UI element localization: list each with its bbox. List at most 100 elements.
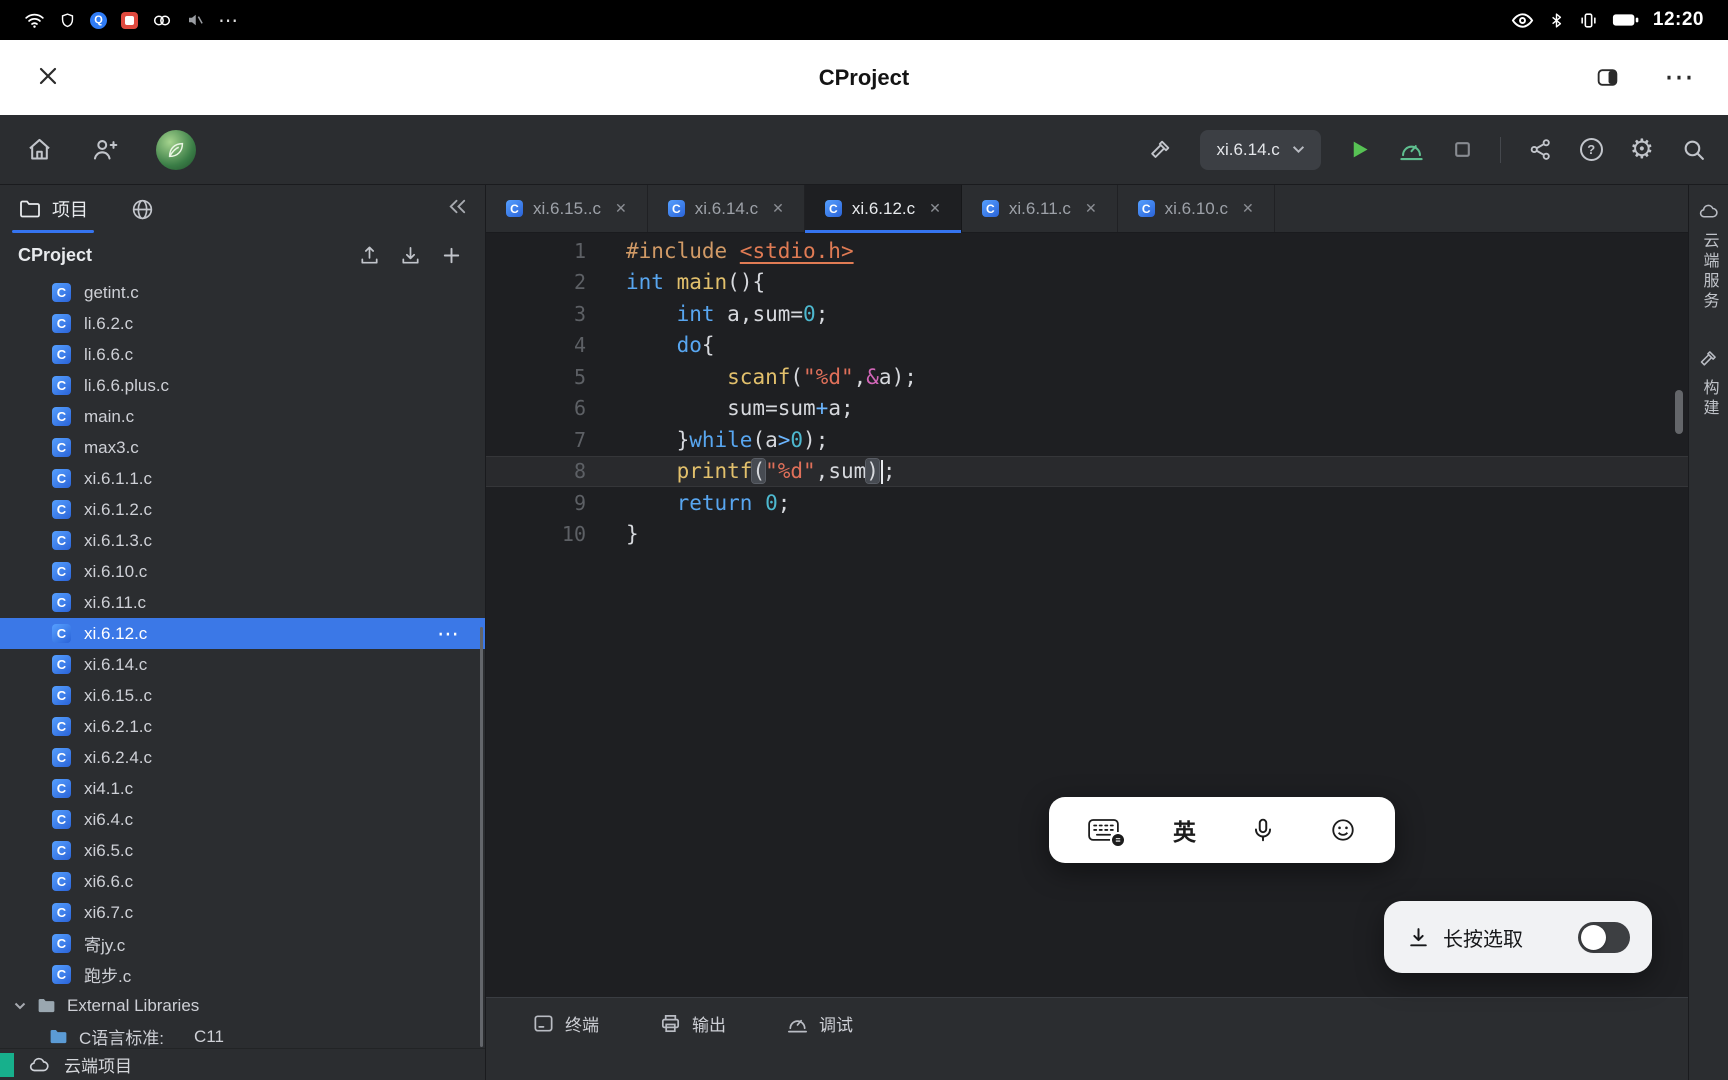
file-tree-item[interactable]: Cli.6.6.plus.c <box>0 370 485 401</box>
strip-tab-cloud-service[interactable]: 云端服务 <box>1697 201 1721 312</box>
upload-icon <box>361 245 378 264</box>
app-screen: Q ⋯ 12:20 CProject ⋯ xi.6.14.c ? ⚙ 项目 CP… <box>0 0 1728 1080</box>
tool-window-output[interactable]: 输出 <box>629 1011 756 1036</box>
file-tree-item[interactable]: Cxi.6.10.c <box>0 556 485 587</box>
build-project-button[interactable] <box>1148 137 1173 162</box>
strip-tab-build[interactable]: 构建 <box>1697 348 1721 419</box>
editor-tab[interactable]: Cxi.6.14.c ✕ <box>648 185 805 232</box>
code-text[interactable]: int a,sum=0; <box>586 302 829 326</box>
line-number: 3 <box>573 301 586 326</box>
tab-label: xi.6.11.c <box>1008 198 1071 218</box>
file-tree-item[interactable]: Cli.6.2.c <box>0 308 485 339</box>
code-line: 5 scanf("%d",&a); <box>486 361 1688 393</box>
file-tree-item[interactable]: Cxi6.7.c <box>0 897 485 928</box>
cloud-project-bar[interactable]: 云端项目 <box>0 1048 485 1080</box>
code-text[interactable]: }while(a>0); <box>586 428 829 452</box>
cloud-project-label: 云端项目 <box>64 1057 132 1076</box>
strip-tab-label: 构建 <box>1700 379 1718 419</box>
line-number: 1 <box>573 238 586 263</box>
close-tab-icon[interactable]: ✕ <box>1085 200 1097 217</box>
c-file-icon: C <box>52 903 71 922</box>
file-tree-item[interactable]: Cmain.c <box>0 401 485 432</box>
code-text[interactable]: do{ <box>586 333 715 357</box>
file-tree-item[interactable]: Cxi6.5.c <box>0 835 485 866</box>
file-tree-item[interactable]: Cgetint.c <box>0 277 485 308</box>
code-text[interactable]: return 0; <box>586 491 791 515</box>
file-tree-item[interactable]: Cxi.6.1.2.c <box>0 494 485 525</box>
cloud-service-icon <box>1698 201 1719 222</box>
editor-tab[interactable]: Cxi.6.11.c ✕ <box>962 185 1118 232</box>
search-icon <box>1684 140 1704 160</box>
file-tree-item[interactable]: C 寄jy.c <box>0 928 485 959</box>
file-tree-item[interactable]: Cmax3.c <box>0 432 485 463</box>
close-tab-icon[interactable]: ✕ <box>772 200 784 217</box>
line-number: 10 <box>561 522 586 547</box>
code-text[interactable]: scanf("%d",&a); <box>586 365 917 389</box>
file-tree-item[interactable]: Cxi.6.12.c ⋯ <box>0 618 485 649</box>
sidebar-tab-globe[interactable] <box>130 185 155 233</box>
c-file-icon: C <box>52 593 71 612</box>
tool-window-debug[interactable]: 调试 <box>756 1011 883 1036</box>
close-tab-icon[interactable]: ✕ <box>929 200 941 217</box>
split-screen-icon <box>1597 69 1618 86</box>
search-button[interactable] <box>1681 137 1706 162</box>
file-tree-item[interactable]: C 跑步.c <box>0 959 485 990</box>
c-file-icon: C <box>981 200 999 217</box>
editor-scrollbar[interactable] <box>1675 390 1683 434</box>
editor-tab[interactable]: Cxi.6.12.c ✕ <box>804 185 962 233</box>
code-text[interactable]: } <box>586 522 639 546</box>
keyboard-button[interactable]: ≡ <box>1088 818 1126 848</box>
voice-input-button[interactable] <box>1250 817 1276 843</box>
download-button[interactable] <box>399 244 422 267</box>
c-file-icon: C <box>52 438 71 457</box>
file-tree-item[interactable]: Cxi.6.1.1.c <box>0 463 485 494</box>
invite-user-button[interactable] <box>91 136 118 163</box>
cloud-status-indicator <box>0 1052 14 1077</box>
code-editor[interactable]: 1 #include <stdio.h> 2 int main(){3 int a,s… <box>486 233 1688 997</box>
settings-gear-icon[interactable]: ⚙ <box>1630 136 1654 163</box>
run-target-select[interactable]: xi.6.14.c <box>1200 129 1321 170</box>
code-text[interactable]: sum=sum+a; <box>586 396 853 420</box>
sidebar-tab-project[interactable]: 项目 <box>12 185 94 233</box>
code-text[interactable]: int main(){ <box>586 270 765 294</box>
file-tree-item[interactable]: Cxi.6.15..c <box>0 680 485 711</box>
sidebar-scrollbar[interactable] <box>480 627 483 1047</box>
file-tree-item[interactable]: Cxi.6.11.c <box>0 587 485 618</box>
language-toggle-button[interactable]: 英 <box>1173 813 1196 847</box>
code-text[interactable]: printf("%d",sum); <box>586 458 896 484</box>
library-folder-icon <box>38 998 55 1013</box>
home-button[interactable] <box>26 136 53 163</box>
help-button[interactable]: ? <box>1579 138 1603 161</box>
share-button[interactable] <box>1528 137 1553 162</box>
c-file-icon: C <box>52 283 71 302</box>
file-tree-item[interactable]: Cxi6.4.c <box>0 804 485 835</box>
code-line: 8 printf("%d",sum); <box>486 455 1688 487</box>
debug-run-button[interactable] <box>1398 136 1425 163</box>
file-tree-item[interactable]: Cli.6.6.c <box>0 339 485 370</box>
code-text[interactable]: #include <stdio.h> <box>586 239 854 263</box>
close-tab-icon[interactable]: ✕ <box>1242 200 1254 217</box>
editor-tab[interactable]: Cxi.6.15..c ✕ <box>486 185 648 232</box>
file-tree-item[interactable]: Cxi.6.2.4.c <box>0 742 485 773</box>
add-file-button[interactable] <box>440 244 463 267</box>
file-tree-item[interactable]: Cxi4.1.c <box>0 773 485 804</box>
close-tab-icon[interactable]: ✕ <box>615 200 627 217</box>
upload-button[interactable] <box>358 244 381 267</box>
external-libraries-row[interactable]: External Libraries <box>0 990 485 1021</box>
file-name: 跑步.c <box>84 967 132 986</box>
play-icon <box>1353 141 1368 158</box>
file-tree-item[interactable]: Cxi.6.1.3.c <box>0 525 485 556</box>
tool-window-terminal[interactable]: 终端 <box>502 1011 629 1036</box>
user-avatar[interactable] <box>156 129 196 170</box>
file-tree-item[interactable]: Cxi.6.14.c <box>0 649 485 680</box>
file-tree-item[interactable]: Cxi.6.2.1.c <box>0 711 485 742</box>
file-tree-item[interactable]: Cxi6.6.c <box>0 866 485 897</box>
long-press-select-toggle[interactable] <box>1578 921 1630 953</box>
collapse-sidebar-button[interactable] <box>446 195 469 223</box>
stop-button[interactable] <box>1452 139 1473 160</box>
editor-tab[interactable]: Cxi.6.10.c ✕ <box>1118 185 1275 232</box>
split-screen-button[interactable] <box>1595 65 1620 90</box>
emoji-button[interactable] <box>1330 817 1356 843</box>
c-file-icon: C <box>52 345 71 364</box>
run-button[interactable] <box>1348 138 1371 161</box>
